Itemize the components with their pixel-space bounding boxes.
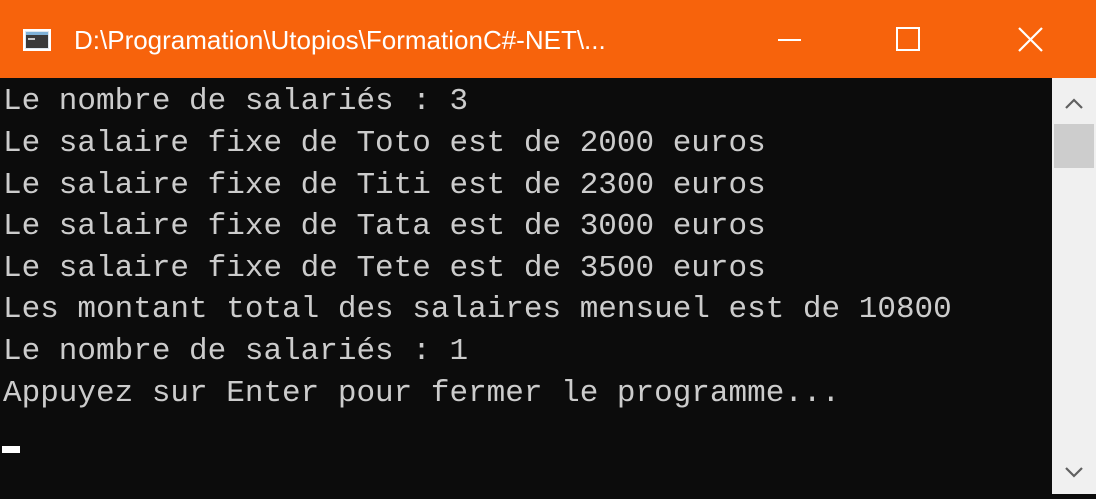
console-window: D:\Programation\Utopios\FormationC#-NET\… [0,0,1096,494]
text-cursor [2,446,20,453]
maximize-button[interactable] [876,0,940,78]
console-line: Le salaire fixe de Titi est de 2300 euro… [3,168,766,203]
close-button[interactable] [996,0,1066,78]
console-line: Le salaire fixe de Tete est de 3500 euro… [3,251,766,286]
window-title: D:\Programation\Utopios\FormationC#-NET\… [74,25,606,55]
scroll-up-button[interactable] [1052,82,1096,126]
chevron-down-icon [1065,467,1083,478]
title-bar[interactable]: D:\Programation\Utopios\FormationC#-NET\… [0,0,1096,78]
console-line: Le nombre de salariés : 1 [3,334,469,369]
console-line: Le salaire fixe de Tata est de 3000 euro… [3,209,766,244]
chevron-up-icon [1065,98,1083,109]
minimize-icon [778,39,801,41]
console-line: Les montant total des salaires mensuel e… [3,292,952,327]
maximize-icon [896,27,920,51]
minimize-button[interactable] [758,0,822,78]
scroll-thumb[interactable] [1054,124,1094,168]
console-app-icon[interactable] [23,29,51,51]
scroll-down-button[interactable] [1052,450,1096,494]
console-line: Appuyez sur Enter pour fermer le program… [3,376,841,411]
console-line: Le nombre de salariés : 3 [3,84,469,119]
vertical-scrollbar[interactable] [1052,78,1096,494]
close-icon [1018,27,1043,52]
console-line: Le salaire fixe de Toto est de 2000 euro… [3,126,766,161]
